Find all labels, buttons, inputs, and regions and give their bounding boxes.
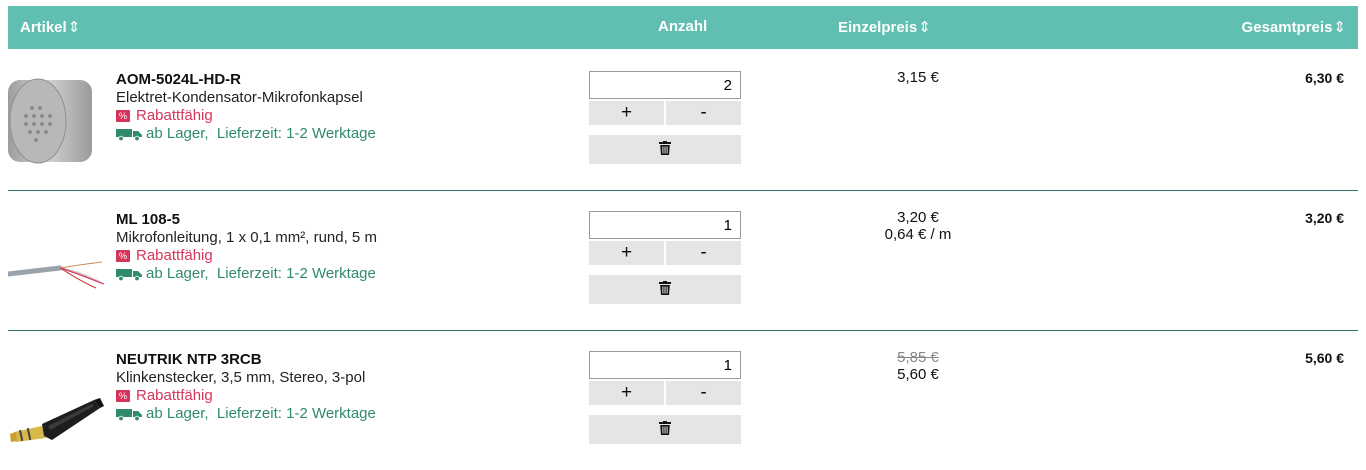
unit-price: 3,20 € 0,64 € / m <box>848 209 988 243</box>
percent-badge-icon: % <box>116 110 130 123</box>
total-price: 5,60 € <box>1305 350 1344 366</box>
discount-label: Rabattfähig <box>136 107 213 124</box>
unit-price-value: 3,20 € <box>897 209 939 226</box>
unit-price-value: 5,60 € <box>897 366 939 383</box>
unit-price: 3,15 € <box>848 69 988 86</box>
microphone-cable-image <box>8 261 104 289</box>
cart-row: NEUTRIK NTP 3RCB Klinkenstecker, 3,5 mm,… <box>8 330 1358 470</box>
stock-info: ab Lager, Lieferzeit: 1-2 Werktage <box>116 265 377 283</box>
truck-icon <box>116 129 142 142</box>
sort-arrows-icon: ⇕ <box>1333 19 1346 36</box>
cart-table-header: Artikel⇕ Anzahl Einzelpreis⇕ Gesamtpreis… <box>8 6 1358 49</box>
delete-item-button[interactable] <box>589 135 741 164</box>
increase-quantity-button[interactable]: + <box>589 381 664 405</box>
cart-row: ML 108-5 Mikrofonleitung, 1 x 0,1 mm², r… <box>8 190 1358 331</box>
stock-status: ab Lager, <box>146 125 209 142</box>
item-description: Klinkenstecker, 3,5 mm, Stereo, 3-pol <box>116 369 366 386</box>
stock-info: ab Lager, Lieferzeit: 1-2 Werktage <box>116 405 376 423</box>
stock-status: ab Lager, <box>146 265 209 282</box>
cart-row: AOM-5024L-HD-R Elektret-Kondensator-Mikr… <box>8 50 1358 191</box>
decrease-quantity-button[interactable]: - <box>666 381 741 405</box>
sort-arrows-icon: ⇕ <box>67 19 81 36</box>
total-price: 6,30 € <box>1305 70 1344 86</box>
stock-status: ab Lager, <box>146 405 209 422</box>
price-per-meter: 0,64 € / m <box>884 226 952 243</box>
discount-info: % Rabattfähig <box>116 247 377 265</box>
discount-label: Rabattfähig <box>136 387 213 404</box>
discount-info: % Rabattfähig <box>116 107 376 125</box>
item-info: ML 108-5 Mikrofonleitung, 1 x 0,1 mm², r… <box>116 211 377 283</box>
increase-quantity-button[interactable]: + <box>589 101 664 125</box>
sort-by-gesamtpreis[interactable]: Gesamtpreis⇕ <box>1242 18 1346 36</box>
decrease-quantity-button[interactable]: - <box>666 241 741 265</box>
delivery-time: Lieferzeit: 1-2 Werktage <box>216 405 376 422</box>
delivery-time: Lieferzeit: 1-2 Werktage <box>216 125 376 142</box>
unit-price: 5,85 € 5,60 € <box>848 349 988 383</box>
artikel-header-label: Artikel <box>20 19 67 36</box>
shopping-cart: Artikel⇕ Anzahl Einzelpreis⇕ Gesamtpreis… <box>0 0 1366 461</box>
sort-by-einzelpreis[interactable]: Einzelpreis⇕ <box>838 18 931 36</box>
increase-quantity-button[interactable]: + <box>589 241 664 265</box>
trash-icon <box>659 141 671 155</box>
delivery-time: Lieferzeit: 1-2 Werktage <box>216 265 376 282</box>
truck-icon <box>116 269 142 282</box>
delete-item-button[interactable] <box>589 275 741 304</box>
truck-icon <box>116 409 142 422</box>
gesamtpreis-header-label: Gesamtpreis <box>1241 19 1333 36</box>
trash-icon <box>659 281 671 295</box>
item-name[interactable]: AOM-5024L-HD-R <box>116 71 376 89</box>
anzahl-header-label: Anzahl <box>658 18 708 35</box>
microphone-capsule-image <box>8 78 92 164</box>
sort-by-artikel[interactable]: Artikel⇕ <box>20 18 80 36</box>
unit-price-value: 3,15 € <box>897 69 939 86</box>
percent-badge-icon: % <box>116 390 130 403</box>
item-info: NEUTRIK NTP 3RCB Klinkenstecker, 3,5 mm,… <box>116 351 376 423</box>
item-name[interactable]: ML 108-5 <box>116 211 377 229</box>
item-description: Elektret-Kondensator-Mikrofonkapsel <box>116 89 363 106</box>
quantity-control: + - <box>589 351 741 444</box>
quantity-input[interactable] <box>589 211 741 239</box>
discount-info: % Rabattfähig <box>116 387 376 405</box>
decrease-quantity-button[interactable]: - <box>666 101 741 125</box>
delete-item-button[interactable] <box>589 415 741 444</box>
percent-badge-icon: % <box>116 250 130 263</box>
item-info: AOM-5024L-HD-R Elektret-Kondensator-Mikr… <box>116 71 376 143</box>
discount-label: Rabattfähig <box>136 247 213 264</box>
quantity-control: + - <box>589 71 741 164</box>
quantity-input[interactable] <box>589 351 741 379</box>
sort-arrows-icon: ⇕ <box>918 19 931 36</box>
jack-plug-image <box>10 398 104 442</box>
quantity-input[interactable] <box>589 71 741 99</box>
item-name[interactable]: NEUTRIK NTP 3RCB <box>116 351 376 369</box>
stock-info: ab Lager, Lieferzeit: 1-2 Werktage <box>116 125 376 143</box>
quantity-control: + - <box>589 211 741 304</box>
item-description: Mikrofonleitung, 1 x 0,1 mm², rund, 5 m <box>116 229 377 246</box>
einzelpreis-header-label: Einzelpreis <box>838 19 918 36</box>
trash-icon <box>659 421 671 435</box>
total-price: 3,20 € <box>1305 210 1344 226</box>
old-price: 5,85 € <box>897 349 939 366</box>
